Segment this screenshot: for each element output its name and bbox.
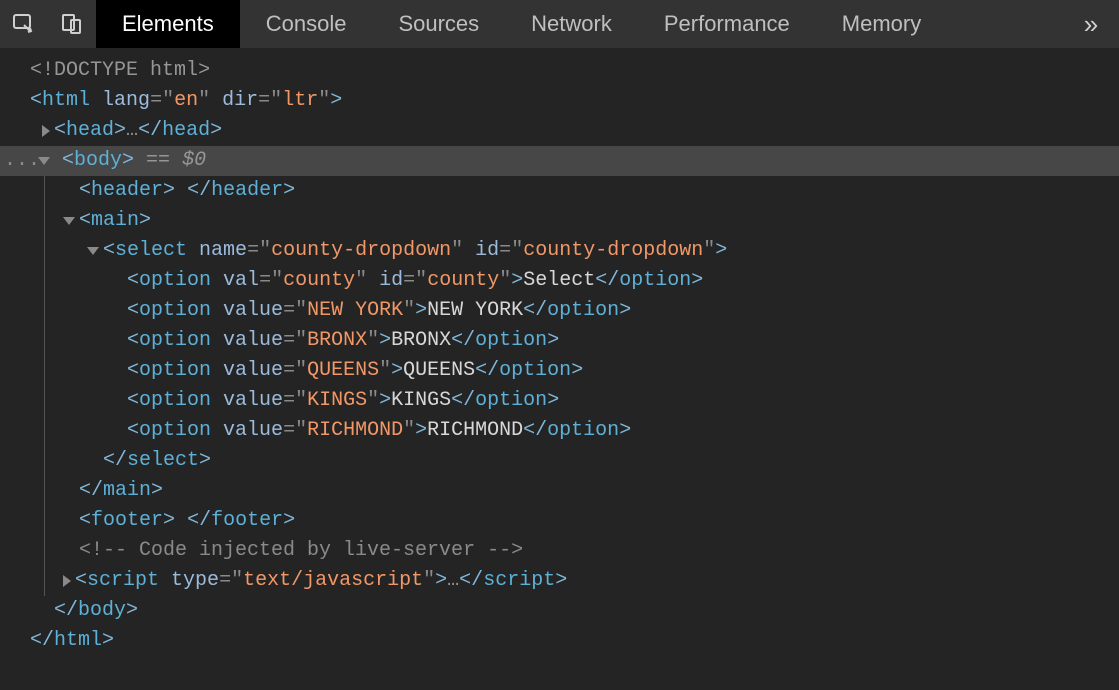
expand-arrow-icon[interactable]	[42, 125, 50, 137]
node-option-select[interactable]: <option val="county" id="county">Select<…	[45, 266, 1119, 296]
tab-label: Console	[266, 9, 347, 39]
node-option-queens[interactable]: <option value="QUEENS">QUEENS</option>	[45, 356, 1119, 386]
devtools-tabstrip: Elements Console Sources Network Perform…	[0, 0, 1119, 48]
tab-console[interactable]: Console	[240, 0, 373, 48]
tab-elements[interactable]: Elements	[96, 0, 240, 48]
tab-label: Network	[531, 9, 612, 39]
tab-network[interactable]: Network	[505, 0, 638, 48]
node-body-open[interactable]: ... <body> == $0	[0, 146, 1119, 176]
node-html-close[interactable]: </html>	[0, 626, 1119, 656]
chevron-right-icon: »	[1084, 9, 1098, 39]
tab-sources[interactable]: Sources	[372, 0, 505, 48]
tab-label: Memory	[842, 9, 921, 39]
node-script[interactable]: <script type="text/javascript">…</script…	[45, 566, 1119, 596]
breadcrumb-ellipsis: ...	[4, 146, 40, 176]
expand-arrow-icon[interactable]	[63, 575, 71, 587]
node-option-bronx[interactable]: <option value="BRONX">BRONX</option>	[45, 326, 1119, 356]
node-select-open[interactable]: <select name="county-dropdown" id="count…	[45, 236, 1119, 266]
node-body-close[interactable]: </body>	[0, 596, 1119, 626]
inspect-element-icon[interactable]	[0, 0, 48, 48]
node-head[interactable]: <head>…</head>	[0, 116, 1119, 146]
tab-label: Performance	[664, 9, 790, 39]
node-footer[interactable]: <footer> </footer>	[45, 506, 1119, 536]
node-comment[interactable]: <!-- Code injected by live-server -->	[45, 536, 1119, 566]
node-main-open[interactable]: <main>	[45, 206, 1119, 236]
tab-memory[interactable]: Memory	[816, 0, 947, 48]
body-children: <header> </header> <main> <select name="…	[44, 176, 1119, 596]
node-option-newyork[interactable]: <option value="NEW YORK">NEW YORK</optio…	[45, 296, 1119, 326]
node-header[interactable]: <header> </header>	[45, 176, 1119, 206]
elements-tree[interactable]: <!DOCTYPE html> <html lang="en" dir="ltr…	[0, 48, 1119, 676]
tab-performance[interactable]: Performance	[638, 0, 816, 48]
node-option-kings[interactable]: <option value="KINGS">KINGS</option>	[45, 386, 1119, 416]
node-option-richmond[interactable]: <option value="RICHMOND">RICHMOND</optio…	[45, 416, 1119, 446]
node-select-close[interactable]: </select>	[45, 446, 1119, 476]
collapse-arrow-icon[interactable]	[63, 217, 75, 225]
tabs-container: Elements Console Sources Network Perform…	[96, 0, 1063, 48]
tab-label: Elements	[122, 9, 214, 39]
collapse-arrow-icon[interactable]	[87, 247, 99, 255]
toggle-device-toolbar-icon[interactable]	[48, 0, 96, 48]
node-html-open[interactable]: <html lang="en" dir="ltr">	[0, 86, 1119, 116]
node-main-close[interactable]: </main>	[45, 476, 1119, 506]
tabs-overflow-button[interactable]: »	[1063, 9, 1119, 39]
node-doctype[interactable]: <!DOCTYPE html>	[0, 56, 1119, 86]
tab-label: Sources	[398, 9, 479, 39]
